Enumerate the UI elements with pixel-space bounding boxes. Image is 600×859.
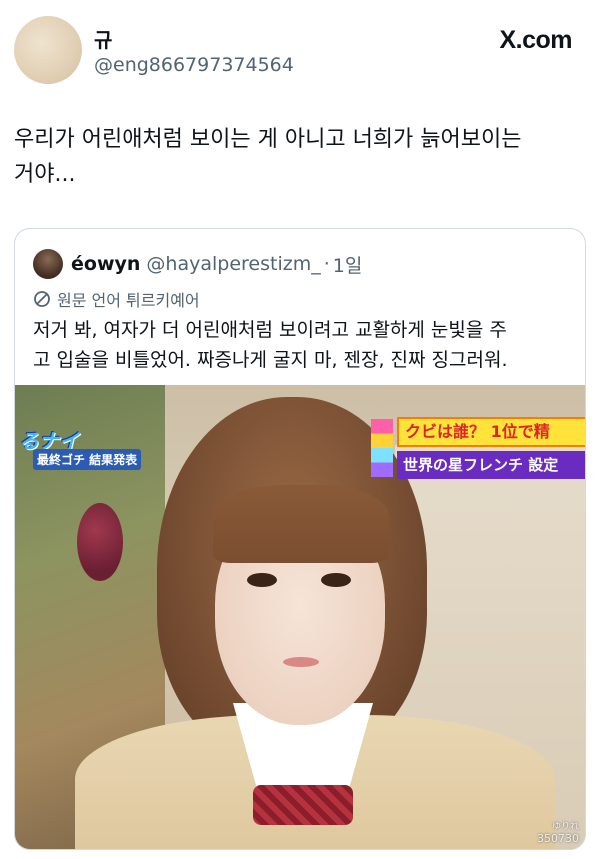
quoted-author-name[interactable]: éowyn [71,253,140,275]
author-display-name[interactable]: 규 [94,24,112,53]
tweet-text-line: 우리가 어린애처럼 보이는 게 아니고 너희가 늙어보이는 [14,127,522,152]
separator-dot: · [323,253,330,275]
quoted-author-handle[interactable]: @hayalperestizm_ [146,253,320,275]
person-eye-right [321,573,351,587]
translation-label[interactable]: 원문 언어 튀르키예어 [33,287,200,311]
tv-caption-tiles [371,419,393,477]
person-bangs [213,485,389,563]
quoted-text-line: 저거 봐, 여자가 더 어린애처럼 보이려고 교활하게 눈빛을 주 [33,319,507,341]
quoted-tweet-text: 저거 봐, 여자가 더 어린애처럼 보이려고 교활하게 눈빛을 주 고 입술을 … [33,315,573,375]
tweet-text-line: 거야... [14,162,76,187]
watermark-logo: ゆりれ [551,822,579,832]
quoted-tweet-photo[interactable]: るナイ 最終ゴチ 結果発表 クビは誰？ 1位で精 世界の星フレンチ 設定 ゆりれ… [15,385,585,849]
x-logo: X.com [499,26,572,54]
quoted-tweet-time[interactable]: 1일 [333,251,363,278]
author-avatar[interactable] [14,16,82,84]
tv-caption-left-sub: 最終ゴチ 結果発表 [33,449,142,470]
quoted-tweet-header: éowyn @hayalperestizm_ · 1일 [33,249,362,279]
author-handle[interactable]: @eng866797374564 [94,54,294,76]
quoted-text-line: 고 입술을 비틀었어. 짜증나게 굴지 마, 젠장, 진짜 징그러워. [33,349,508,371]
translate-icon [34,291,50,307]
translation-text: 원문 언어 튀르키예어 [57,291,200,310]
photo-watermark: ゆりれ 350730 [537,819,579,845]
watermark-id: 350730 [537,832,579,845]
quoted-author-avatar[interactable] [33,249,63,279]
quoted-tweet[interactable]: éowyn @hayalperestizm_ · 1일 원문 언어 튀르키예어 … [14,228,586,850]
person-eye-left [247,573,277,587]
tv-caption-left: るナイ 最終ゴチ 結果発表 [15,425,165,475]
tweet-header: 규 @eng866797374564 X.com [12,14,588,86]
tv-caption-right-top: クビは誰？ 1位で精 [397,417,585,447]
grapes-decoration [77,503,123,581]
person-bow [253,785,353,825]
person-lips [283,657,319,667]
tv-caption-right-bottom: 世界の星フレンチ 設定 [397,451,585,479]
tv-caption-right: クビは誰？ 1位で精 世界の星フレンチ 設定 [371,417,585,487]
tweet-text: 우리가 어린애처럼 보이는 게 아니고 너희가 늙어보이는 거야... [14,122,584,192]
